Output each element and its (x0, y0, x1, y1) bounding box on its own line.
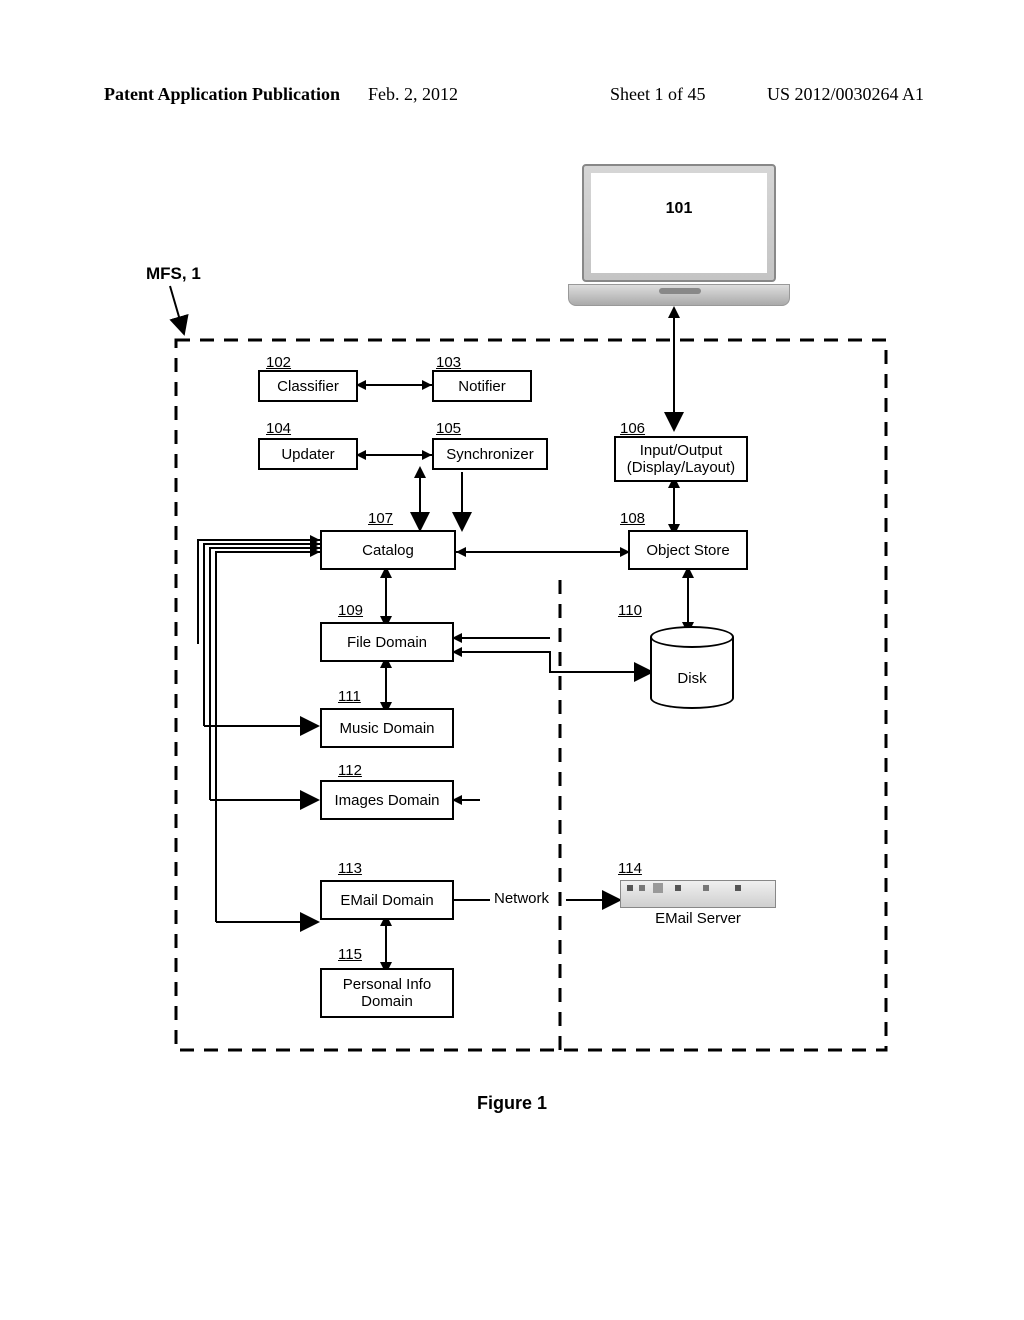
box-personal-info-domain: Personal Info Domain (320, 968, 454, 1018)
email-server-label: EMail Server (620, 910, 776, 927)
box-object-store: Object Store (628, 530, 748, 570)
label-101: 101 (568, 200, 790, 218)
label-114: 114 (618, 860, 642, 877)
box-classifier: Classifier (258, 370, 358, 402)
label-113: 113 (338, 860, 362, 877)
label-103: 103 (436, 354, 461, 371)
box-synchronizer: Synchronizer (432, 438, 548, 470)
disk-label: Disk (650, 670, 734, 687)
label-109: 109 (338, 602, 363, 619)
header-publication: Patent Application Publication (104, 84, 340, 105)
label-108: 108 (620, 510, 645, 527)
box-catalog: Catalog (320, 530, 456, 570)
box-email-domain: EMail Domain (320, 880, 454, 920)
label-112: 112 (338, 762, 362, 779)
disk-icon: Disk (650, 626, 734, 720)
header-pubnum: US 2012/0030264 A1 (767, 84, 924, 105)
box-updater: Updater (258, 438, 358, 470)
label-104: 104 (266, 420, 291, 437)
email-server-icon: EMail Server (620, 880, 776, 920)
label-105: 105 (436, 420, 461, 437)
laptop-icon: 101 (568, 164, 790, 312)
label-106: 106 (620, 420, 645, 437)
network-label: Network (494, 890, 549, 907)
box-music-domain: Music Domain (320, 708, 454, 748)
header-sheet: Sheet 1 of 45 (610, 84, 705, 105)
label-102: 102 (266, 354, 291, 371)
figure-caption: Figure 1 (0, 1093, 1024, 1114)
box-file-domain: File Domain (320, 622, 454, 662)
label-110: 110 (618, 602, 642, 619)
box-images-domain: Images Domain (320, 780, 454, 820)
label-115: 115 (338, 946, 362, 963)
label-107: 107 (368, 510, 393, 527)
label-111: 111 (338, 688, 361, 705)
diagram-container: MFS, 1 (120, 160, 900, 1070)
header-date: Feb. 2, 2012 (368, 84, 458, 105)
box-io: Input/Output (Display/Layout) (614, 436, 748, 482)
box-notifier: Notifier (432, 370, 532, 402)
